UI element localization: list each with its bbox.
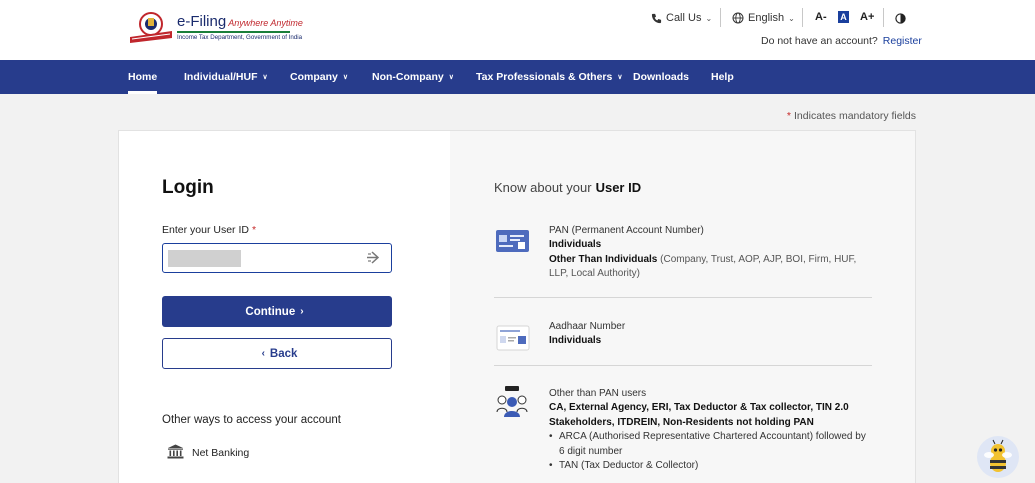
nav-label: Home (128, 71, 158, 83)
chatbot-mascot-icon[interactable] (977, 436, 1019, 478)
chevron-down-icon: ∨ (448, 74, 454, 81)
brand-name: e-Filing Anywhere Anytime (177, 13, 303, 30)
userid-label-text: Enter your User ID (162, 224, 249, 236)
divider (883, 8, 884, 27)
font-decrease-button[interactable]: A- (815, 10, 827, 24)
chevron-down-icon: ∨ (342, 74, 348, 81)
other-ways-title: Other ways to access your account (162, 414, 341, 426)
emblem-logo (130, 12, 172, 43)
call-us-label: Call Us (666, 12, 702, 24)
globe-icon (732, 12, 744, 24)
chevron-down-icon: ∨ (262, 74, 268, 81)
other-categories: CA, External Agency, ERI, Tax Deductor &… (549, 402, 849, 428)
nav-tax-professionals[interactable]: Tax Professionals & Others ∨ (476, 60, 622, 94)
no-account-text: Do not have an account? (761, 35, 878, 47)
chevron-down-icon: ∨ (617, 74, 623, 81)
brand-rule (177, 31, 290, 33)
language-label: English (748, 12, 785, 24)
aadhaar-info: Aadhaar Number Individuals (549, 320, 874, 349)
nav-label: Help (711, 71, 734, 83)
phone-icon (651, 13, 662, 24)
other-users-info: Other than PAN users CA, External Agency… (549, 387, 874, 474)
register-link[interactable]: Register (883, 35, 922, 47)
aadhaar-heading: Aadhaar Number (549, 321, 626, 332)
chevron-left-icon: ‹ (261, 348, 265, 359)
arrow-login-icon (366, 251, 380, 269)
nav-individual-huf[interactable]: Individual/HUF ∨ (184, 60, 268, 94)
nav-label: Downloads (633, 71, 690, 83)
masked-userid (168, 250, 241, 267)
main-nav: Home Individual/HUF ∨ Company ∨ Non-Compan… (0, 60, 1035, 94)
net-banking-option[interactable]: Net Banking (167, 444, 249, 462)
aadhaar-card-icon (496, 325, 530, 356)
chevron-down-icon: ⌄ (705, 13, 713, 23)
user-group-icon (496, 385, 528, 424)
pan-other-than-individuals: Other Than Individuals (549, 253, 658, 265)
nav-label: Company (290, 71, 338, 83)
other-heading: Other than PAN users (549, 388, 647, 399)
brand-title: e-Filing (177, 13, 227, 30)
mandatory-text: Indicates mandatory fields (794, 110, 916, 122)
back-button[interactable]: ‹ Back (162, 338, 392, 369)
call-us-menu[interactable]: Call Us ⌄ (651, 8, 712, 28)
contrast-icon[interactable] (895, 11, 906, 29)
pan-individuals: Individuals (549, 239, 602, 251)
brand-tagline: Anywhere Anytime (228, 18, 303, 28)
continue-label: Continue (245, 305, 296, 318)
chevron-down-icon: ⌄ (788, 13, 795, 23)
nav-downloads[interactable]: Downloads (633, 60, 689, 94)
account-line: Do not have an account? Register (761, 35, 922, 47)
divider (494, 297, 872, 298)
nav-label: Individual/HUF (184, 71, 258, 83)
aadhaar-individuals: Individuals (549, 335, 602, 347)
list-item: ARCA (Authorised Representative Chartere… (549, 430, 874, 459)
mandatory-note: * Indicates mandatory fields (787, 110, 916, 122)
list-item: TAN (Tax Deductor & Collector) (549, 459, 874, 474)
chevron-right-icon: › (300, 306, 304, 317)
continue-button[interactable]: Continue › (162, 296, 392, 327)
top-header: e-Filing Anywhere Anytime Income Tax Depa… (0, 0, 1035, 60)
pan-heading: PAN (Permanent Account Number) (549, 225, 704, 236)
nav-home[interactable]: Home (128, 60, 158, 94)
know-title: Know about your User ID (494, 180, 641, 195)
divider (720, 8, 721, 27)
bank-icon (167, 444, 184, 462)
required-star: * (786, 110, 792, 122)
nav-help[interactable]: Help (711, 60, 734, 94)
efiling-logo[interactable]: e-Filing Anywhere Anytime Income Tax Depa… (128, 10, 303, 46)
login-title: Login (162, 177, 214, 198)
back-label: Back (269, 347, 298, 360)
brand-subtitle: Income Tax Department, Government of Ind… (177, 34, 303, 41)
pan-card-icon (495, 229, 530, 259)
font-increase-button[interactable]: A+ (860, 10, 874, 24)
know-title-prefix: Know about your (494, 180, 592, 195)
userid-label: Enter your User ID * (162, 224, 256, 236)
net-banking-label: Net Banking (192, 447, 250, 459)
language-select[interactable]: English ⌄ (732, 8, 795, 28)
font-reset-button[interactable]: A (838, 11, 849, 23)
nav-company[interactable]: Company ∨ (290, 60, 348, 94)
know-title-bold: User ID (595, 180, 642, 195)
pan-info: PAN (Permanent Account Number) Individua… (549, 224, 874, 282)
nav-label: Tax Professionals & Others (476, 71, 613, 83)
divider (494, 365, 872, 366)
nav-label: Non-Company (372, 71, 444, 83)
other-bullet-list: ARCA (Authorised Representative Chartere… (549, 430, 874, 474)
nav-non-company[interactable]: Non-Company ∨ (372, 60, 454, 94)
required-star: * (251, 224, 257, 236)
divider (802, 8, 803, 27)
